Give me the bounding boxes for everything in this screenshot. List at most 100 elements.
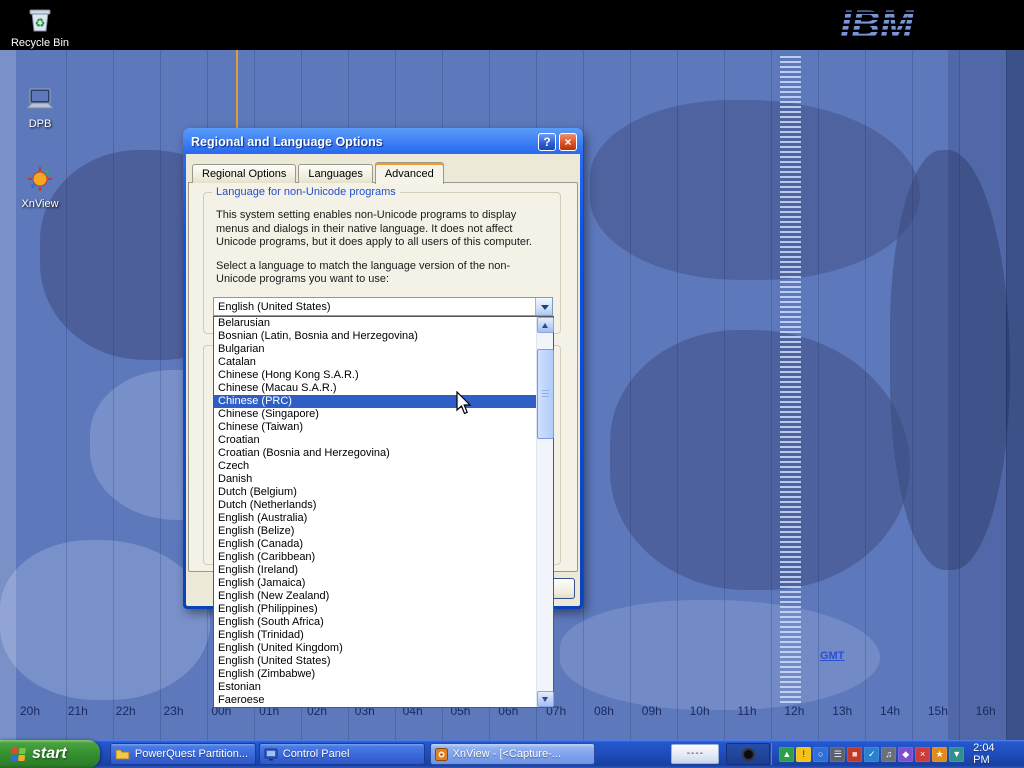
tz-label: 13h	[832, 704, 852, 718]
list-item[interactable]: English (Philippines)	[214, 603, 536, 616]
taskbar-button-xnview[interactable]: XnView - [<Capture-...	[430, 743, 596, 765]
list-item-selected[interactable]: Chinese (PRC)	[214, 395, 536, 408]
xnview-task-icon	[435, 748, 448, 761]
wallpaper-edge	[1006, 50, 1024, 740]
tz-label: 08h	[594, 704, 614, 718]
list-item[interactable]: English (Caribbean)	[214, 551, 536, 564]
ibm-logo: IBM	[838, 2, 958, 53]
taskbar-button-label: XnView - [<Capture-...	[453, 748, 567, 760]
start-label: start	[32, 745, 67, 763]
list-item[interactable]: English (Belize)	[214, 525, 536, 538]
scroll-down-button[interactable]	[537, 691, 554, 707]
close-button[interactable]: ×	[559, 133, 577, 151]
gmt-label: GMT	[820, 650, 844, 662]
tray-icon-app2[interactable]: ×	[915, 747, 930, 762]
list-item[interactable]: English (United Kingdom)	[214, 642, 536, 655]
xnview-icon	[23, 164, 57, 196]
group-paragraph: Select a language to match the language …	[204, 260, 560, 287]
taskbar-button-powerquest[interactable]: PowerQuest Partition...	[110, 743, 256, 765]
tz-label: 20h	[20, 704, 40, 718]
list-item[interactable]: English (Zimbabwe)	[214, 668, 536, 681]
tray-icon-alert[interactable]: !	[796, 747, 811, 762]
tz-label: 09h	[642, 704, 662, 718]
list-item[interactable]: English (Jamaica)	[214, 577, 536, 590]
taskbar-clock[interactable]: 2:04 PM	[973, 742, 1014, 766]
language-combobox[interactable]: English (United States)	[213, 297, 553, 316]
tray-icon-network[interactable]: ○	[813, 747, 828, 762]
chevron-down-icon[interactable]	[535, 298, 552, 315]
dialog-tabs: Regional Options Languages Advanced	[192, 162, 446, 183]
dropdown-scrollbar[interactable]	[536, 317, 553, 707]
list-item[interactable]: Catalan	[214, 356, 536, 369]
tray-icon-app1[interactable]: ◆	[898, 747, 913, 762]
taskbar-button-control-panel[interactable]: Control Panel	[259, 743, 425, 765]
wallpaper-edge	[0, 50, 16, 740]
laptop-icon	[23, 84, 57, 116]
desktop-icon-recycle-bin[interactable]: ♻ Recycle Bin	[8, 3, 72, 49]
icon-label: XnView	[8, 198, 72, 210]
tray-icon-removable-device[interactable]: ▲	[779, 747, 794, 762]
list-item[interactable]: English (New Zealand)	[214, 590, 536, 603]
tz-label: 10h	[690, 704, 710, 718]
group-title: Language for non-Unicode programs	[212, 186, 400, 198]
dialog-titlebar[interactable]: Regional and Language Options ? ×	[191, 131, 577, 152]
list-item[interactable]: Belarusian	[214, 317, 536, 330]
control-panel-icon	[264, 748, 278, 761]
list-item[interactable]: Bosnian (Latin, Bosnia and Herzegovina)	[214, 330, 536, 343]
language-non-unicode-group: Language for non-Unicode programs This s…	[203, 192, 561, 334]
list-item[interactable]: Bulgarian	[214, 343, 536, 356]
icon-label: Recycle Bin	[8, 37, 72, 49]
timezone-hatch-band	[780, 56, 801, 704]
list-item[interactable]: English (Canada)	[214, 538, 536, 551]
language-dropdown-list: Belarusian Bosnian (Latin, Bosnia and He…	[214, 317, 536, 707]
list-item[interactable]: Chinese (Hong Kong S.A.R.)	[214, 369, 536, 382]
list-item[interactable]: Faeroese	[214, 694, 536, 707]
tray-icon-keyboard-layout[interactable]: ☰	[830, 747, 845, 762]
tz-label: 12h	[784, 704, 804, 718]
tab-advanced[interactable]: Advanced	[375, 162, 444, 184]
language-dropdown: Belarusian Bosnian (Latin, Bosnia and He…	[213, 316, 554, 708]
taskbar-mini-button[interactable]: ----	[671, 744, 719, 764]
tz-label: 16h	[976, 704, 996, 718]
list-item[interactable]: Dutch (Netherlands)	[214, 499, 536, 512]
start-button[interactable]: start	[0, 740, 100, 768]
tray-icon-app4[interactable]: ▼	[949, 747, 964, 762]
lens-icon	[742, 748, 755, 761]
wallpaper-edge	[948, 50, 1006, 740]
list-item[interactable]: Danish	[214, 473, 536, 486]
list-item[interactable]: Croatian (Bosnia and Herzegovina)	[214, 447, 536, 460]
tray-icon-updates[interactable]: ✓	[864, 747, 879, 762]
windows-flag-icon	[10, 747, 27, 762]
desktop-icon-xnview[interactable]: XnView	[8, 164, 72, 210]
taskbar-button-label: PowerQuest Partition...	[135, 748, 254, 760]
group-paragraph: This system setting enables non-Unicode …	[204, 209, 560, 250]
list-item[interactable]: English (Australia)	[214, 512, 536, 525]
taskbar-dark-segment[interactable]	[726, 743, 770, 765]
tray-icon-app3[interactable]: ★	[932, 747, 947, 762]
list-item[interactable]: Croatian	[214, 434, 536, 447]
desktop: 20h 21h 22h 23h 00h 01h 02h 03h 04h 05h …	[0, 0, 1024, 768]
help-button[interactable]: ?	[538, 133, 556, 151]
list-item[interactable]: Chinese (Macau S.A.R.)	[214, 382, 536, 395]
list-item[interactable]: Chinese (Taiwan)	[214, 421, 536, 434]
list-item[interactable]: Chinese (Singapore)	[214, 408, 536, 421]
tz-label: 11h	[737, 704, 756, 718]
recycle-bin-icon: ♻	[23, 3, 57, 35]
desktop-icon-dpb[interactable]: DPB	[8, 84, 72, 130]
scrollbar-thumb[interactable]	[537, 349, 554, 439]
list-item[interactable]: Dutch (Belgium)	[214, 486, 536, 499]
taskbar-button-label: Control Panel	[283, 748, 356, 760]
tray-icon-monitor[interactable]: ■	[847, 747, 862, 762]
list-item[interactable]: Estonian	[214, 681, 536, 694]
list-item[interactable]: English (South Africa)	[214, 616, 536, 629]
tab-regional-options[interactable]: Regional Options	[192, 164, 296, 183]
scroll-up-button[interactable]	[537, 317, 554, 333]
tab-languages[interactable]: Languages	[298, 164, 372, 183]
tz-label: 14h	[880, 704, 900, 718]
list-item[interactable]: English (United States)	[214, 655, 536, 668]
list-item[interactable]: Czech	[214, 460, 536, 473]
list-item[interactable]: English (Trinidad)	[214, 629, 536, 642]
tray-icon-volume[interactable]: ♫	[881, 747, 896, 762]
list-item[interactable]: English (Ireland)	[214, 564, 536, 577]
meridian-line	[236, 50, 238, 128]
